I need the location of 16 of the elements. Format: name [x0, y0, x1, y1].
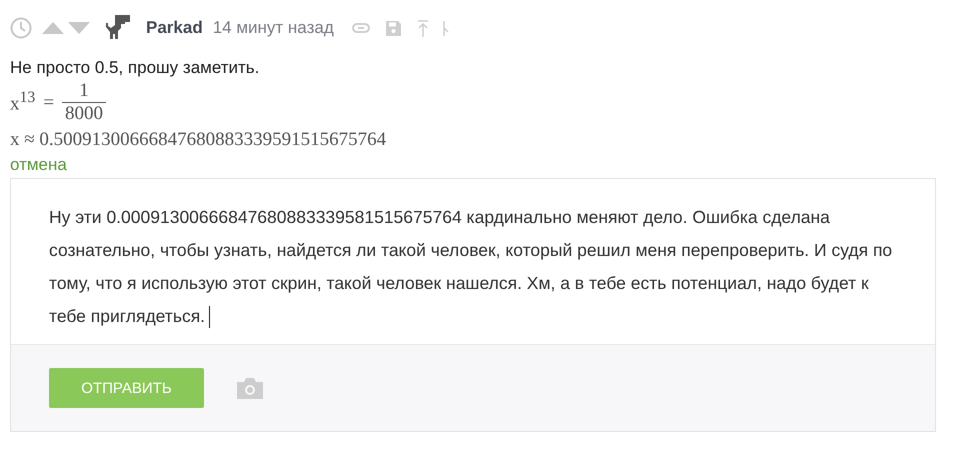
math-term: x$^{13}$	[10, 89, 36, 116]
save-icon[interactable]	[386, 20, 401, 36]
math-symbol: =	[43, 92, 54, 114]
clock-icon[interactable]	[10, 17, 32, 39]
author-name[interactable]: Parkad	[146, 18, 203, 38]
arrow-up-icon[interactable]	[416, 20, 429, 36]
math-formula: x ≈ 0.50091300666847680883339591515675764	[10, 129, 388, 151]
downvote-icon[interactable]	[68, 22, 90, 34]
link-icon[interactable]	[352, 23, 370, 33]
fraction-numerator: 1	[78, 80, 90, 102]
comment-text: Не просто 0.5, прошу заметить.	[10, 58, 260, 78]
camera-icon[interactable]	[237, 378, 263, 398]
upvote-icon[interactable]	[42, 22, 64, 34]
tree-icon[interactable]	[442, 20, 449, 36]
timestamp: 14 минут назад	[212, 18, 334, 38]
fraction-denominator: 8000	[62, 102, 106, 125]
